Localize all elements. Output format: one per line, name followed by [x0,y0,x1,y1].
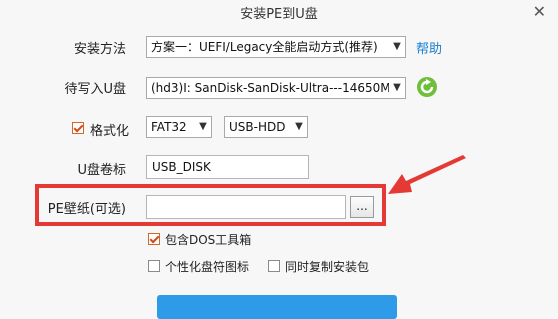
help-link[interactable]: 帮助 [416,38,442,57]
chevron-down-icon: ▼ [291,117,307,137]
copy-installer-checkbox[interactable] [268,260,280,272]
target-disk-label: 待写入U盘 [64,82,126,97]
title-bar: 安装PE到U盘 ✕ [0,0,558,26]
filesystem-value: FAT32 [151,120,187,134]
include-dos-label[interactable]: 包含DOS工具箱 [165,231,251,248]
format-checkbox[interactable] [72,122,84,134]
chevron-down-icon: ▼ [389,78,405,98]
install-method-label: 安装方法 [73,42,126,57]
install-button[interactable] [157,295,397,319]
install-method-select[interactable]: 方案一：UEFI/Legacy全能启动方式(推荐) ▼ [146,36,406,58]
install-method-value: 方案一：UEFI/Legacy全能启动方式(推荐) [151,40,378,54]
chevron-down-icon: ▼ [195,117,211,137]
window-title: 安装PE到U盘 [240,7,318,22]
personalize-icon-label[interactable]: 个性化盘符图标 [165,258,249,275]
target-disk-select[interactable]: (hd3)I: SanDisk-SanDisk-Ultra---14650MB … [146,77,406,99]
include-dos-checkbox[interactable] [148,233,160,245]
annotation-highlight-box [35,184,386,226]
filesystem-select[interactable]: FAT32 ▼ [146,116,212,138]
copy-installer-label[interactable]: 同时复制安装包 [285,258,369,275]
volume-label-input[interactable]: USB_DISK [146,155,309,179]
volume-label-label: U盘卷标 [77,163,126,178]
target-disk-value: (hd3)I: SanDisk-SanDisk-Ultra---14650MB [151,81,399,95]
boot-mode-select[interactable]: USB-HDD ▼ [224,116,308,138]
boot-mode-value: USB-HDD [229,120,286,134]
personalize-icon-checkbox[interactable] [148,260,160,272]
refresh-icon[interactable] [416,76,438,98]
close-icon[interactable]: ✕ [533,2,546,21]
annotation-arrow [388,155,466,194]
format-label[interactable]: 格式化 [90,120,129,139]
chevron-down-icon: ▼ [389,37,405,57]
